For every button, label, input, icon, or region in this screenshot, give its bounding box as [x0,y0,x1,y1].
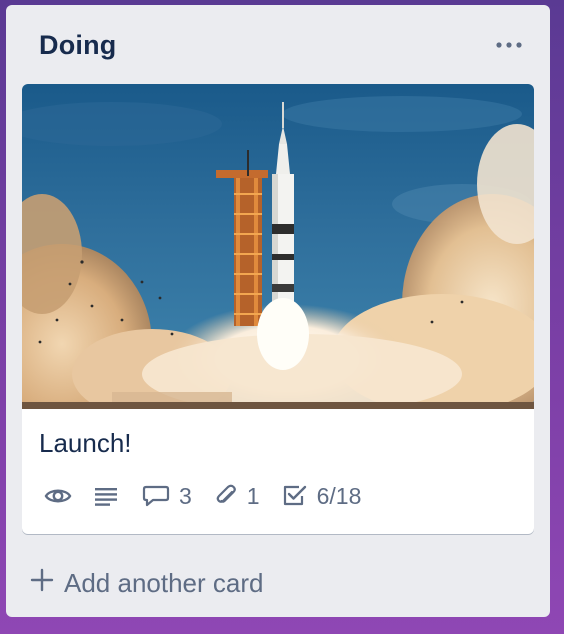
eye-icon [44,486,72,506]
description-badge [94,486,120,506]
description-icon [94,486,120,506]
checklist-badge: 6/18 [282,482,362,510]
checklist-icon [282,484,308,508]
comments-count: 3 [179,482,192,509]
paperclip-icon [214,483,238,509]
list-header: Doing [6,5,550,85]
add-card-button[interactable]: Add another card [30,563,263,603]
list-title[interactable]: Doing [39,30,116,61]
checklist-progress: 6/18 [316,482,362,509]
more-horizontal-icon[interactable] [494,35,524,55]
comments-badge: 3 [142,483,192,510]
attachments-badge: 1 [214,483,260,510]
list-doing: Doing Launch! 3 1 6/18 Add another card [6,5,550,617]
card-launch[interactable]: Launch! 3 1 6/18 [22,84,534,534]
card-badges: 3 1 6/18 [44,481,383,511]
card-title: Launch! [39,428,132,458]
comment-icon [142,484,170,508]
watching-badge [44,486,72,506]
attachments-count: 1 [246,482,260,509]
card-cover-image [22,84,534,409]
add-card-label: Add another card [64,567,264,598]
plus-icon [30,568,54,599]
